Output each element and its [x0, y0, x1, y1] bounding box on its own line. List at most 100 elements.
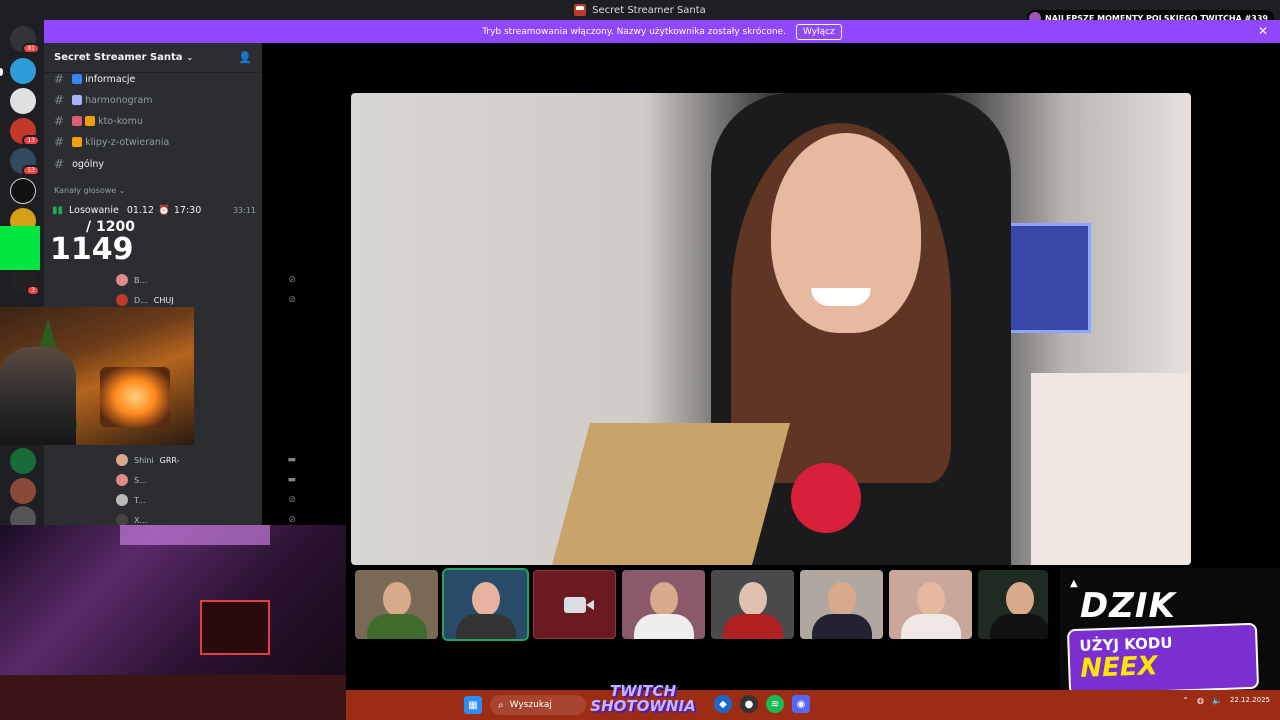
participant-tile[interactable] [622, 570, 705, 639]
server-icon[interactable] [10, 178, 36, 204]
bed [1031, 373, 1191, 565]
watermark-line2: SHOTOWNIA [590, 697, 696, 715]
participant-head [739, 582, 767, 616]
voice-member[interactable]: D... CHUJ ⊘ [116, 292, 296, 308]
participant-head [472, 582, 500, 616]
channel-label: klipy-z-otwierania [85, 136, 170, 148]
hash-icon: # [54, 157, 65, 171]
chevron-down-icon: ⌄ [186, 53, 194, 62]
taskbar-apps: ▦ ⌕ Wyszukaj [464, 695, 586, 715]
server-header[interactable]: Secret Streamer Santa ⌄ 👤 [44, 43, 262, 73]
invite-people-icon[interactable]: 👤 [238, 51, 252, 64]
participant-tile[interactable] [978, 570, 1048, 639]
voice-active-icon: ▮▮ [52, 204, 64, 216]
spotify-icon[interactable]: ≋ [766, 695, 784, 713]
channel-label: harmonogram [85, 94, 153, 106]
hash-icon: # [54, 72, 65, 86]
muted-icon: ⊘ [288, 515, 296, 525]
camera-icon: ▬ [287, 455, 296, 465]
participant-tile[interactable] [711, 570, 794, 639]
camera-icon: ▬ [287, 475, 296, 485]
promo-code-value: NEEX [1079, 651, 1159, 684]
window-title: Secret Streamer Santa [592, 4, 706, 16]
channel-klipy[interactable]: # klipy-z-otwierania [54, 133, 169, 151]
main-video-stream[interactable] [351, 93, 1191, 565]
streamer-webcam [0, 307, 194, 445]
voice-member[interactable]: T... ⊘ [116, 492, 296, 508]
participant-strip [355, 568, 1048, 641]
participant-tile[interactable] [889, 570, 972, 639]
promo-code-box: UŻYJ KODU NEEX [1066, 622, 1260, 696]
windows-start-icon[interactable]: ▦ [464, 696, 482, 714]
muted-icon: ⊘ [288, 295, 296, 305]
discord-icon[interactable]: ◉ [792, 695, 810, 713]
channel-ogolny[interactable]: # ogólny [54, 155, 104, 173]
taskbar-clock[interactable]: 22.12.2025 [1230, 696, 1270, 705]
voice-channel-date: 01.12 [126, 204, 155, 216]
close-icon[interactable]: ✕ [1258, 24, 1268, 38]
app-icon [574, 4, 587, 16]
server-icon[interactable] [10, 58, 36, 84]
channel-kto-komu[interactable]: # kto-komu [54, 112, 143, 130]
direct-messages-icon[interactable]: 81 [10, 26, 40, 54]
gift-box [551, 423, 791, 565]
participant-tile[interactable] [442, 568, 529, 641]
taskbar-pinned: ◆ ● ≋ ◉ [714, 695, 810, 713]
participant-head [650, 582, 678, 616]
notice-text: Tryb streamowania włączony. Nazwy użytko… [482, 26, 786, 37]
gift-emoji-icon [72, 137, 83, 147]
participant-head [1006, 582, 1034, 616]
server-icon[interactable] [10, 448, 36, 474]
counter-decoration [0, 226, 40, 270]
obs-icon[interactable]: ● [740, 695, 758, 713]
voice-category-label[interactable]: Kanały głosowe ⌄ [54, 186, 126, 195]
voice-member[interactable]: B... ⊘ [116, 272, 296, 288]
search-placeholder: Wyszukaj [509, 700, 552, 710]
volume-icon[interactable]: 🔈 [1212, 696, 1222, 705]
participant-tile[interactable] [800, 570, 883, 639]
voice-channel-losowanie[interactable]: ▮▮ Losowanie 01.12 ⏰ 17:30 33:11 [52, 201, 256, 219]
channel-informacje[interactable]: # informacje [54, 70, 135, 88]
counter-current: 1149 [50, 232, 134, 267]
participant-body [990, 614, 1048, 639]
monitor-screen [200, 600, 270, 655]
desk-area [0, 675, 346, 720]
ceiling-light [120, 525, 270, 545]
taskbar-search[interactable]: ⌕ Wyszukaj [490, 695, 586, 715]
chevron-up-icon[interactable]: ⌃ [1182, 696, 1189, 705]
server-name: Secret Streamer Santa [54, 52, 183, 63]
hash-icon: # [54, 93, 65, 107]
voice-member[interactable]: S... ▬ [116, 472, 296, 488]
avatar [116, 274, 128, 286]
fireplace-fire [100, 367, 170, 427]
gift-emoji-icon [85, 116, 96, 126]
server-icon[interactable] [10, 88, 36, 114]
voice-elapsed-timer: 33:11 [232, 205, 256, 215]
avatar [116, 454, 128, 466]
network-icon[interactable]: ◍ [1197, 696, 1204, 705]
server-icon[interactable]: 13 [10, 118, 40, 146]
voice-channel-name: Losowanie [69, 204, 119, 216]
participant-body [367, 614, 427, 639]
server-icon[interactable]: 3 [10, 268, 40, 296]
sponsor-ad: ▲ DZIK UŻYJ KODU NEEX [1060, 568, 1280, 698]
info-emoji-icon [72, 74, 83, 84]
unread-badge: 81 [22, 43, 40, 54]
alarm-clock-icon: ⏰ [158, 204, 170, 216]
server-icon[interactable]: 53 [10, 148, 40, 176]
channel-harmonogram[interactable]: # harmonogram [54, 91, 153, 109]
disable-streamer-mode-button[interactable]: Wyłącz [795, 23, 842, 40]
server-icon[interactable] [10, 478, 36, 504]
boar-icon: ▲ [1070, 578, 1078, 589]
app-icon[interactable]: ◆ [714, 695, 732, 713]
participant-tile[interactable] [355, 570, 438, 639]
participant-smile [811, 288, 871, 306]
participant-body [901, 614, 961, 639]
channel-label: kto-komu [98, 115, 143, 127]
participant-tile-camera-off[interactable] [533, 570, 616, 639]
room-camera [0, 525, 346, 720]
streamer-mode-notice: Tryb streamowania włączony. Nazwy użytko… [44, 20, 1280, 43]
unread-badge: 3 [26, 285, 40, 296]
voice-member[interactable]: Shini GRR- ▬ [116, 452, 296, 468]
camera-icon [563, 596, 594, 613]
